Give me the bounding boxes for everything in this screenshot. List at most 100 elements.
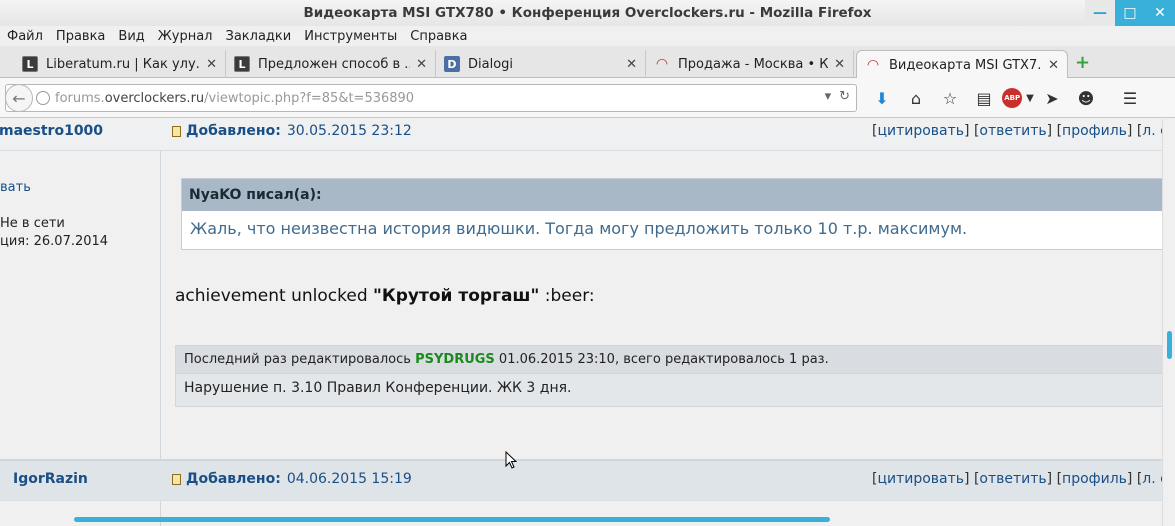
- reader-icon[interactable]: ▤: [967, 86, 1001, 110]
- reply-link[interactable]: ответить: [979, 123, 1046, 139]
- quote-link[interactable]: цитировать: [877, 123, 964, 139]
- author-registered: ция: 26.07.2014: [0, 234, 109, 249]
- dropdown-icon[interactable]: ▾: [825, 89, 832, 104]
- url-subdomain: forums.: [55, 90, 105, 106]
- menu-history[interactable]: Журнал: [158, 29, 213, 44]
- send-icon[interactable]: ➤: [1035, 86, 1069, 110]
- post-actions: [цитировать] [ответить] [профиль] [л. с: [872, 471, 1162, 487]
- url-path: /viewtopic.php?f=85&t=536890: [204, 90, 415, 106]
- post-body: achievement unlocked "Крутой торгаш" :be…: [175, 286, 595, 306]
- maximize-button[interactable]: □: [1115, 0, 1145, 26]
- tab-sale-moscow[interactable]: ◠ Продажа - Москва • К... ✕: [646, 50, 854, 78]
- posted-date: 30.05.2015 23:12: [286, 123, 412, 139]
- post-author[interactable]: IgorRazin: [13, 471, 88, 487]
- menu-tools[interactable]: Инструменты: [304, 29, 397, 44]
- tab-title: Видеокарта MSI GTX7...: [889, 57, 1043, 73]
- navigation-bar: ← forums. overclockers.ru /viewtopic.php…: [0, 78, 1175, 118]
- dialogi-favicon-icon: D: [444, 56, 460, 72]
- page-content: maestro1000 Добавлено: 30.05.2015 23:12 …: [0, 119, 1162, 526]
- window-controls: — □ ✕: [1085, 0, 1175, 26]
- edit-info: Последний раз редактировалось PSYDRUGS 0…: [176, 346, 1162, 374]
- vertical-scrollbar[interactable]: [1162, 119, 1175, 526]
- edit-suffix: 01.06.2015 23:10, всего редактировалось …: [494, 352, 829, 367]
- vertical-scroll-thumb[interactable]: [1167, 331, 1172, 359]
- post-header-1: maestro1000 Добавлено: 30.05.2015 23:12 …: [0, 119, 1162, 151]
- reply-link[interactable]: ответить: [979, 471, 1046, 487]
- horizontal-scroll-thumb[interactable]: [74, 517, 830, 522]
- posted-label: Добавлено:: [186, 123, 281, 139]
- tab-title: Предложен способ в ...: [258, 56, 411, 72]
- browser-window: Видеокарта MSI GTX780 • Конференция Over…: [0, 0, 1175, 526]
- pm-link[interactable]: л. с: [1142, 471, 1162, 487]
- tab-dialogi[interactable]: D Dialogi ✕: [436, 50, 646, 78]
- tab-close-icon[interactable]: ✕: [416, 57, 427, 72]
- overclockers-favicon-icon: ◠: [656, 56, 668, 72]
- toolbar-icons: ⬇ ⌂ ☆ ▤ ABP ▼ ➤ ☻ ☰: [865, 86, 1147, 110]
- post-text-end: :beer:: [539, 286, 595, 306]
- tab-title: Liberatum.ru | Как улу...: [46, 56, 201, 72]
- tab-title: Продажа - Москва • К...: [678, 56, 829, 72]
- liberatum-favicon-icon: L: [22, 56, 38, 72]
- post-date: Добавлено: 04.06.2015 15:19: [172, 471, 412, 487]
- url-controls: ▾ ↻: [825, 89, 850, 104]
- quote-block: NyaKO писал(а): Жаль, что неизвестна ист…: [181, 178, 1162, 250]
- mouse-cursor-icon: [505, 451, 517, 469]
- tab-msi-gtx780[interactable]: ◠ Видеокарта MSI GTX7... ✕: [856, 50, 1068, 79]
- liberatum-favicon-icon: L: [234, 56, 250, 72]
- tab-close-icon[interactable]: ✕: [206, 57, 217, 72]
- new-tab-button[interactable]: +: [1075, 52, 1090, 73]
- tab-close-icon[interactable]: ✕: [834, 57, 845, 72]
- hamburger-icon[interactable]: ☰: [1113, 86, 1147, 110]
- download-icon[interactable]: ⬇: [865, 86, 899, 110]
- author-link[interactable]: вать: [0, 180, 31, 195]
- edit-prefix: Последний раз редактировалось: [184, 352, 416, 367]
- horizontal-scrollbar[interactable]: [0, 513, 1162, 526]
- window-title: Видеокарта MSI GTX780 • Конференция Over…: [303, 5, 872, 21]
- title-bar: Видеокарта MSI GTX780 • Конференция Over…: [0, 0, 1175, 26]
- post-date: Добавлено: 30.05.2015 23:12: [172, 123, 412, 139]
- tab-liberatum-1[interactable]: L Liberatum.ru | Как улу... ✕: [14, 50, 226, 78]
- chevron-down-icon: ▼: [1026, 92, 1034, 104]
- menu-help[interactable]: Справка: [410, 29, 467, 44]
- menu-bookmarks[interactable]: Закладки: [226, 29, 292, 44]
- back-button[interactable]: ←: [5, 84, 33, 112]
- url-bar[interactable]: ← forums. overclockers.ru /viewtopic.php…: [5, 84, 857, 112]
- edit-reason: Нарушение п. 3.10 Правил Конференции. ЖК…: [184, 380, 572, 396]
- quote-link[interactable]: цитировать: [877, 471, 964, 487]
- face-icon[interactable]: ☻: [1069, 86, 1103, 110]
- posted-date: 04.06.2015 15:19: [286, 471, 412, 487]
- star-icon[interactable]: ☆: [933, 86, 967, 110]
- author-status: Не в сети: [0, 216, 65, 231]
- pm-link[interactable]: л. с: [1142, 123, 1162, 139]
- globe-icon: [36, 91, 50, 105]
- tab-close-icon[interactable]: ✕: [1048, 58, 1059, 73]
- post-icon[interactable]: [172, 125, 181, 137]
- close-button[interactable]: ✕: [1145, 0, 1175, 26]
- home-icon[interactable]: ⌂: [899, 86, 933, 110]
- adblock-button[interactable]: ABP ▼: [1001, 86, 1035, 110]
- tab-bar: L Liberatum.ru | Как улу... ✕ L Предложе…: [0, 46, 1175, 79]
- posted-label: Добавлено:: [186, 471, 281, 487]
- post-icon[interactable]: [172, 473, 181, 485]
- menu-file[interactable]: Файл: [7, 29, 43, 44]
- quote-text: Жаль, что неизвестна история видюшки. То…: [190, 219, 968, 238]
- post-author[interactable]: maestro1000: [0, 123, 103, 139]
- tab-liberatum-2[interactable]: L Предложен способ в ... ✕: [226, 50, 436, 78]
- menu-bar: Файл Правка Вид Журнал Закладки Инструме…: [0, 26, 1175, 46]
- adblock-icon: ABP: [1002, 88, 1023, 108]
- quote-author: NyaKO писал(а):: [182, 179, 1162, 211]
- reload-icon[interactable]: ↻: [839, 89, 850, 104]
- profile-link[interactable]: профиль: [1062, 123, 1127, 139]
- profile-link[interactable]: профиль: [1062, 471, 1127, 487]
- tab-close-icon[interactable]: ✕: [626, 57, 637, 72]
- minimize-button[interactable]: —: [1085, 0, 1115, 26]
- post-text-start: achievement unlocked: [175, 286, 374, 306]
- url-host: overclockers.ru: [104, 90, 205, 106]
- post-header-2: IgorRazin Добавлено: 04.06.2015 15:19 [ц…: [0, 459, 1162, 501]
- menu-edit[interactable]: Правка: [56, 29, 105, 44]
- overclockers-favicon-icon: ◠: [867, 57, 879, 73]
- edit-notice: Последний раз редактировалось PSYDRUGS 0…: [175, 345, 1162, 407]
- tab-title: Dialogi: [468, 56, 514, 72]
- menu-view[interactable]: Вид: [118, 29, 144, 44]
- moderator-name[interactable]: PSYDRUGS: [415, 352, 495, 367]
